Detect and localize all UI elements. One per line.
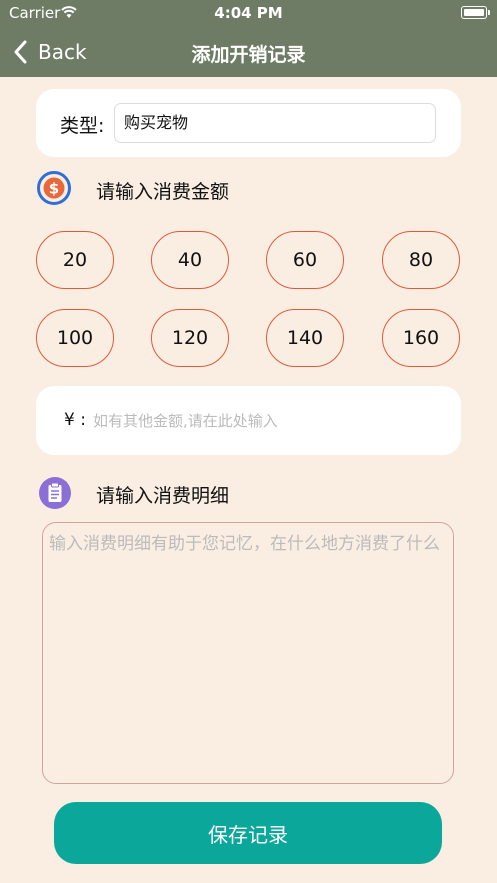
battery-icon (461, 6, 490, 19)
currency-symbol: ¥ : (64, 410, 86, 430)
amount-chip-40[interactable]: 40 (151, 231, 229, 289)
amount-chip-80[interactable]: 80 (382, 231, 460, 289)
amount-chip-20[interactable]: 20 (36, 231, 114, 289)
status-bar: Carrier 4:04 PM (0, 0, 497, 26)
custom-amount-card: ¥ : 如有其他金额,请在此处输入 (36, 386, 461, 455)
detail-section-title: 请输入消费明细 (96, 485, 230, 507)
nav-bar: Carrier 4:04 PM Back 添加开销记录 (0, 0, 497, 77)
amount-chip-140[interactable]: 140 (266, 309, 344, 367)
status-time: 4:04 PM (214, 4, 283, 22)
amount-section-title: 请输入消费金额 (96, 181, 230, 203)
dollar-coin-icon: $ (37, 171, 71, 205)
svg-text:$: $ (49, 180, 59, 198)
amount-chip-100[interactable]: 100 (36, 309, 114, 367)
detail-textarea[interactable]: 输入消费明细有助于您记忆，在什么地方消费了什么 (42, 522, 454, 784)
amount-chip-160[interactable]: 160 (382, 309, 460, 367)
type-card: 类型: 购买宠物 (36, 89, 461, 157)
type-label: 类型: (60, 115, 105, 137)
amount-chip-60[interactable]: 60 (266, 231, 344, 289)
save-record-button[interactable]: 保存记录 (54, 802, 442, 864)
clipboard-icon (39, 477, 71, 509)
custom-amount-input[interactable]: 如有其他金额,请在此处输入 (93, 410, 278, 431)
type-field[interactable]: 购买宠物 (114, 103, 436, 143)
amount-chip-120[interactable]: 120 (151, 309, 229, 367)
page-title: 添加开销记录 (191, 44, 306, 66)
